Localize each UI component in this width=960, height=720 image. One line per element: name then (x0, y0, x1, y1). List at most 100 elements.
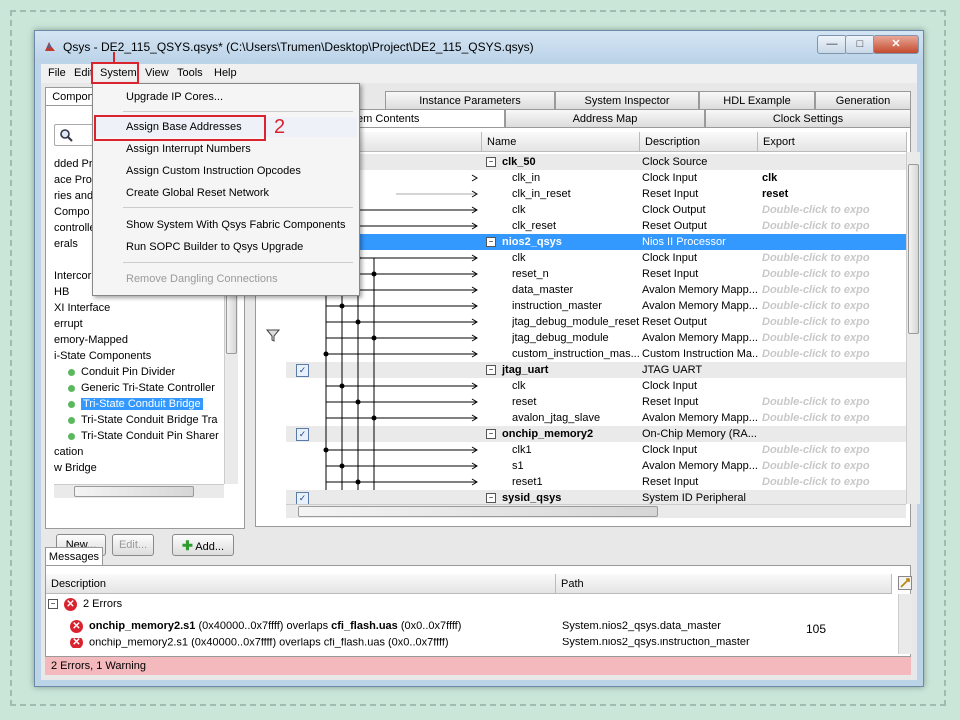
msg-col-path[interactable]: Path (556, 574, 892, 594)
collapse-icon[interactable]: − (486, 365, 496, 376)
tab-hdl-example[interactable]: HDL Example (699, 91, 815, 109)
connection-node[interactable] (355, 479, 361, 485)
window-title: Qsys - DE2_115_QSYS.qsys* (C:\Users\Trum… (63, 40, 534, 54)
menu-upgrade-ip-cores[interactable]: Upgrade IP Cores... (93, 87, 357, 107)
collapse-icon[interactable]: − (486, 237, 496, 248)
menu-view[interactable]: View (142, 66, 172, 80)
qsys-logo-icon (45, 42, 55, 51)
tab-messages[interactable]: Messages (45, 547, 103, 565)
scroll-thumb[interactable] (74, 486, 194, 497)
connection-node[interactable] (339, 463, 345, 469)
export-cell[interactable]: Double-click to expo (762, 250, 907, 266)
close-button[interactable]: ✕ (873, 35, 919, 54)
tree-item[interactable]: Compo (54, 204, 89, 220)
connection-node[interactable] (339, 383, 345, 389)
export-cell[interactable]: Double-click to expo (762, 266, 907, 282)
tree-item[interactable]: Generic Tri-State Controller (68, 380, 215, 396)
library-hscroll[interactable] (54, 484, 224, 498)
scroll-thumb[interactable] (298, 506, 658, 517)
connection-node[interactable] (355, 399, 361, 405)
menu-tools[interactable]: Tools (174, 66, 206, 80)
export-cell[interactable]: Double-click to expo (762, 474, 907, 490)
msg-row[interactable]: ✕ onchip_memory2.s1 (0x40000..0x7ffff) ov… (70, 638, 449, 648)
tab-generation[interactable]: Generation (815, 91, 911, 109)
system-hscroll[interactable] (286, 504, 906, 518)
scroll-thumb[interactable] (908, 164, 919, 334)
messages-vscroll[interactable] (898, 594, 912, 654)
col-name[interactable]: Name (482, 132, 640, 152)
tab-address-map[interactable]: Address Map (505, 109, 705, 127)
tree-item[interactable]: Conduit Pin Divider (68, 364, 175, 380)
collapse-icon[interactable]: − (486, 429, 496, 440)
tree-item[interactable]: Intercor (54, 268, 91, 284)
collapse-icon[interactable]: − (486, 157, 496, 168)
col-description[interactable]: Description (640, 132, 758, 152)
edit-button[interactable]: Edit... (112, 534, 154, 556)
menu-help[interactable]: Help (211, 66, 240, 80)
filter-icon[interactable] (266, 328, 280, 342)
export-cell[interactable]: Double-click to expo (762, 202, 907, 218)
tree-item[interactable]: errupt (54, 316, 83, 332)
tab-clock-settings[interactable]: Clock Settings (705, 109, 911, 127)
menu-show-fabric-components[interactable]: Show System With Qsys Fabric Components (93, 215, 357, 235)
description-cell: System ID Peripheral (642, 492, 746, 504)
tab-system-inspector[interactable]: System Inspector (555, 91, 699, 109)
menu-assign-custom-opcodes[interactable]: Assign Custom Instruction Opcodes (93, 161, 357, 181)
name-cell: clk1 (512, 444, 532, 456)
tree-item[interactable]: controlle (54, 220, 96, 236)
connection-node[interactable] (371, 415, 377, 421)
menu-remove-dangling[interactable]: Remove Dangling Connections (93, 269, 357, 289)
minimize-button[interactable]: — (817, 35, 847, 54)
tree-item[interactable]: cation (54, 444, 83, 460)
tree-item[interactable]: i-State Components (54, 348, 151, 364)
connection-node[interactable] (371, 271, 377, 277)
export-cell[interactable]: Double-click to expo (762, 410, 907, 426)
collapse-icon[interactable]: − (486, 493, 496, 504)
maximize-button[interactable]: □ (845, 35, 875, 54)
tree-item[interactable]: w Bridge (54, 460, 97, 476)
export-cell[interactable]: Double-click to expo (762, 442, 907, 458)
export-cell[interactable]: Double-click to expo (762, 298, 907, 314)
menu-file[interactable]: File (45, 66, 69, 80)
export-cell[interactable]: Double-click to expo (762, 314, 907, 330)
connection-node[interactable] (323, 351, 329, 357)
export-cell[interactable]: Double-click to expo (762, 394, 907, 410)
library-search-input[interactable] (54, 124, 96, 146)
col-export[interactable]: Export (758, 132, 907, 152)
connection-node[interactable] (355, 319, 361, 325)
add-button[interactable]: ✚ Add... (172, 534, 234, 556)
name-cell: − nios2_qsys (486, 234, 640, 250)
connection-node[interactable] (371, 335, 377, 341)
msg-row[interactable]: ✕ onchip_memory2.s1 (0x40000..0x7ffff) ov… (70, 616, 461, 636)
export-cell[interactable]: Double-click to expo (762, 218, 907, 234)
msg-summary-row[interactable]: − ✕ 2 Errors (48, 594, 122, 614)
tree-item[interactable]: XI Interface (54, 300, 110, 316)
tree-item[interactable]: erals (54, 236, 78, 252)
clear-messages-icon[interactable] (898, 576, 912, 590)
name-cell: s1 (512, 460, 524, 472)
tab-instance-parameters[interactable]: Instance Parameters (385, 91, 555, 109)
menu-create-global-reset[interactable]: Create Global Reset Network (93, 183, 357, 203)
connection-node[interactable] (323, 447, 329, 453)
tree-item[interactable]: Tri-State Conduit Bridge Tra (68, 412, 218, 428)
name-cell: − clk_50 (486, 154, 640, 170)
tab-system-contents[interactable]: tem Contents (349, 109, 505, 127)
msg-col-description[interactable]: Description (46, 574, 556, 594)
tree-item[interactable]: HB (54, 284, 69, 300)
tree-item[interactable]: emory-Mapped (54, 332, 128, 348)
collapse-icon[interactable]: − (48, 599, 58, 610)
tree-item[interactable]: ries and (54, 188, 93, 204)
export-cell[interactable]: Double-click to expo (762, 458, 907, 474)
export-cell[interactable]: clk (762, 170, 907, 186)
export-cell[interactable]: Double-click to expo (762, 346, 907, 362)
tree-item-selected[interactable]: Tri-State Conduit Bridge (68, 396, 203, 412)
export-cell[interactable]: Double-click to expo (762, 330, 907, 346)
menu-assign-interrupt-numbers[interactable]: Assign Interrupt Numbers (93, 139, 357, 159)
menu-run-sopc-upgrade[interactable]: Run SOPC Builder to Qsys Upgrade (93, 237, 357, 257)
tree-item[interactable]: ace Prot (54, 172, 95, 188)
export-cell[interactable]: reset (762, 186, 907, 202)
connection-node[interactable] (339, 303, 345, 309)
tree-item[interactable]: Tri-State Conduit Pin Sharer (68, 428, 219, 444)
export-cell[interactable]: Double-click to expo (762, 282, 907, 298)
system-vscroll[interactable] (906, 152, 920, 504)
